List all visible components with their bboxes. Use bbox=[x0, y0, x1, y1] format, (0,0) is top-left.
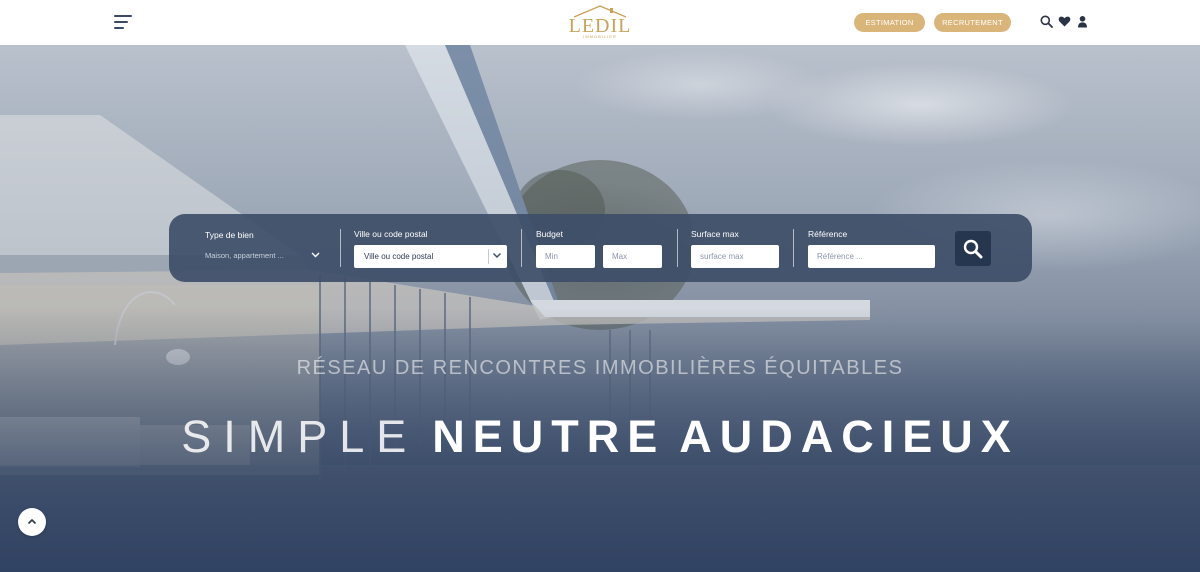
reference-input[interactable] bbox=[808, 245, 935, 268]
budget-min-field[interactable] bbox=[536, 245, 595, 268]
user-icon[interactable] bbox=[1076, 15, 1090, 29]
estimation-button[interactable]: ESTIMATION bbox=[854, 13, 925, 32]
hero-tagline: RÉSEAU DE RENCONTRES IMMOBILIÈRES ÉQUITA… bbox=[296, 357, 904, 379]
budget-max-input[interactable] bbox=[603, 245, 662, 268]
select-separator bbox=[488, 249, 489, 264]
chevron-down-icon bbox=[493, 253, 501, 258]
type-label: Type de bien bbox=[205, 230, 254, 240]
heart-icon[interactable] bbox=[1058, 15, 1072, 29]
headline-word-neutre: NEUTRE bbox=[432, 411, 666, 462]
field-divider bbox=[340, 229, 341, 267]
hero-headline: SIMPLE NEUTRE AUDACIEUX bbox=[0, 412, 1200, 462]
search-icon[interactable] bbox=[1040, 15, 1054, 29]
field-divider bbox=[521, 229, 522, 267]
site-header: LEDIL IMMOBILIER ESTIMATION RECRUTEMENT bbox=[0, 0, 1200, 45]
headline-word-simple: SIMPLE bbox=[181, 411, 419, 462]
search-icon bbox=[963, 239, 983, 259]
surface-field[interactable] bbox=[691, 245, 779, 268]
reference-label: Référence bbox=[808, 229, 848, 239]
ville-select[interactable]: Ville ou code postal bbox=[354, 245, 507, 268]
headline-word-audacieux: AUDACIEUX bbox=[679, 411, 1019, 462]
chevron-down-icon bbox=[311, 252, 320, 258]
type-select[interactable]: Maison, appartement ... bbox=[205, 249, 321, 263]
logo-subtext: IMMOBILIER bbox=[583, 34, 617, 39]
field-divider bbox=[793, 229, 794, 267]
recrutement-button[interactable]: RECRUTEMENT bbox=[934, 13, 1011, 32]
logo[interactable]: LEDIL IMMOBILIER bbox=[566, 4, 634, 40]
ville-select-value: Ville ou code postal bbox=[364, 252, 434, 261]
surface-input[interactable] bbox=[691, 245, 779, 268]
scroll-top-button[interactable] bbox=[18, 508, 46, 536]
reference-field[interactable] bbox=[808, 245, 935, 268]
field-divider bbox=[677, 229, 678, 267]
chevron-up-icon bbox=[27, 518, 37, 525]
hamburger-menu-icon[interactable] bbox=[114, 15, 132, 29]
hero-overlay bbox=[0, 45, 1200, 572]
budget-min-input[interactable] bbox=[536, 245, 595, 268]
search-submit-button[interactable] bbox=[955, 231, 991, 266]
type-select-value: Maison, appartement ... bbox=[205, 251, 284, 260]
hero-banner bbox=[0, 45, 1200, 572]
ville-label: Ville ou code postal bbox=[354, 229, 428, 239]
budget-label: Budget bbox=[536, 229, 563, 239]
surface-label: Surface max bbox=[691, 229, 739, 239]
budget-max-field[interactable] bbox=[603, 245, 662, 268]
